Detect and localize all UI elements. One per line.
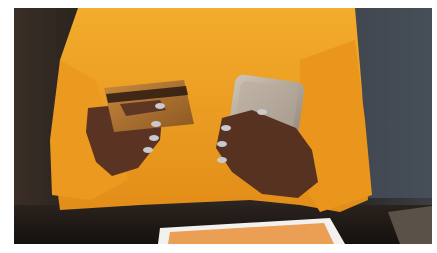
nail [221,125,231,131]
nail [217,157,227,163]
nail [151,121,161,127]
nail [257,109,267,115]
nail [217,141,227,147]
nail [155,103,165,109]
nail [143,147,153,153]
stock-photo [0,0,437,253]
photo-illustration [0,0,437,253]
nail [149,135,159,141]
